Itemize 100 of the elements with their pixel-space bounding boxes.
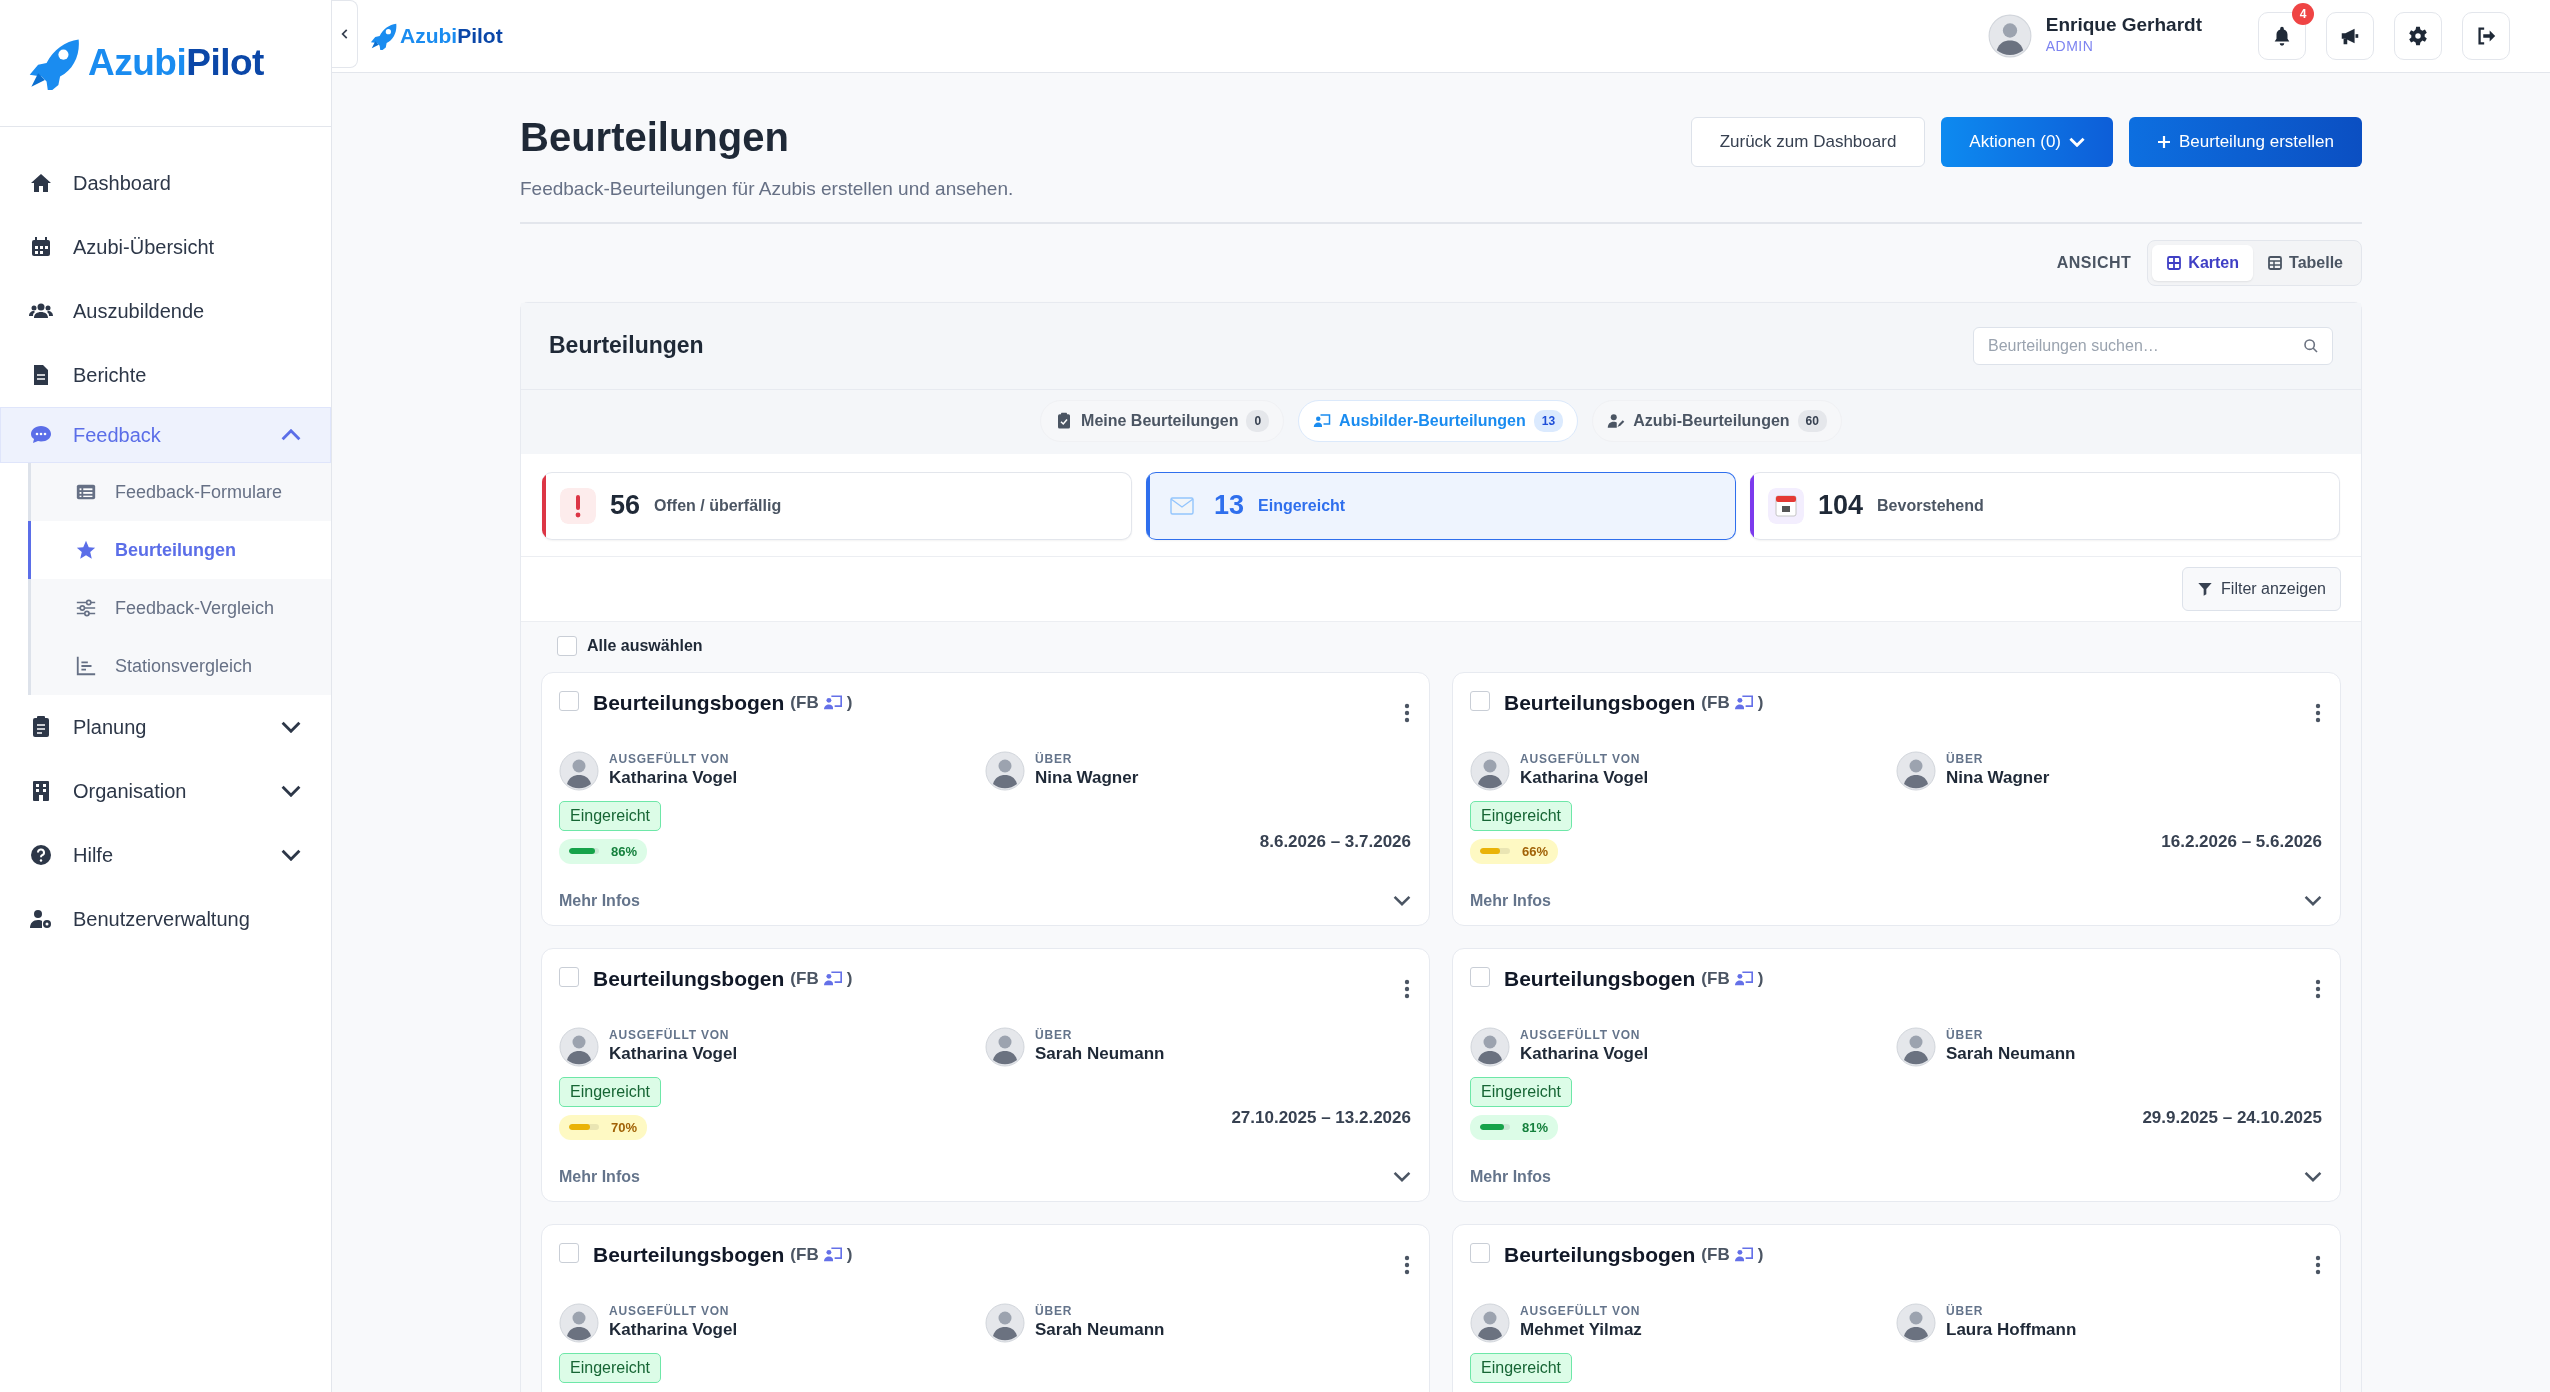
card-title: Beurteilungsbogen [1504, 689, 1696, 716]
date-range: 16.2.2026 – 5.6.2026 [2161, 830, 2322, 853]
chevron-down-icon [2304, 1171, 2322, 1182]
more-info-toggle[interactable]: Mehr Infos [1470, 1164, 2322, 1189]
actions-dropdown-button[interactable]: Aktionen (0) [1941, 117, 2113, 167]
person-name: Katharina Vogel [1520, 766, 1649, 789]
stat-card[interactable]: 104 Bevorstehend [1750, 471, 2340, 540]
sidebar-subitem[interactable]: Beurteilungen [28, 521, 331, 579]
more-info-toggle[interactable]: Mehr Infos [559, 1164, 1411, 1189]
settings-button[interactable] [2394, 12, 2442, 60]
tab[interactable]: Meine Beurteilungen 0 [1040, 399, 1285, 442]
field-label: ÜBER [1035, 1304, 1074, 1319]
logout-icon [2475, 25, 2497, 47]
checkbox[interactable] [1470, 966, 1490, 987]
form-code: (FB [790, 967, 819, 990]
sliders-icon [75, 597, 97, 619]
filter-button[interactable]: Filter anzeigen [2182, 566, 2341, 611]
form-code-end: ) [846, 967, 853, 990]
card-title: Beurteilungsbogen [593, 1241, 785, 1268]
field-label: AUSGEFÜLLT VON [1520, 752, 1642, 767]
field-label: AUSGEFÜLLT VON [609, 1028, 731, 1043]
search-field[interactable]: Beurteilungen suchen… [1973, 326, 2333, 365]
avatar [559, 750, 599, 791]
exclamation-icon [560, 487, 596, 524]
form-code-end: ) [1757, 1243, 1764, 1266]
more-info-label: Mehr Infos [1470, 1166, 1551, 1187]
view-option[interactable]: Karten [2152, 244, 2254, 281]
user-pen-icon [1607, 411, 1626, 430]
more-info-toggle[interactable]: Mehr Infos [559, 888, 1411, 913]
view-label: ANSICHT [2056, 252, 2132, 273]
sidebar-item[interactable]: Berichte [0, 343, 331, 407]
status-label: Eingereicht [1470, 1076, 1573, 1107]
announcements-button[interactable] [2326, 12, 2374, 60]
presentation-icon [822, 1245, 843, 1264]
more-info-toggle[interactable]: Mehr Infos [1470, 888, 2322, 913]
chevron-down-icon [2069, 137, 2085, 147]
notification-count: 4 [2292, 3, 2314, 25]
presentation-icon [822, 969, 843, 988]
view-option[interactable]: Tabelle [2253, 244, 2357, 281]
sidebar-item[interactable]: Hilfe [0, 823, 331, 887]
tab[interactable]: Ausbilder-Beurteilungen 13 [1298, 399, 1579, 442]
progress-percent: 86% [611, 842, 638, 861]
user-name: Enrique Gerhardt [2045, 15, 2202, 36]
avatar [1896, 750, 1936, 791]
card-title: Beurteilungsbogen [593, 689, 785, 716]
field-label: ÜBER [1946, 1304, 1985, 1319]
sidebar-item[interactable]: Feedback [0, 407, 331, 463]
chevron-down-icon [1393, 1171, 1411, 1182]
progress-percent: 70% [611, 1118, 638, 1137]
table-icon [2267, 254, 2284, 271]
form-code-end: ) [846, 1243, 853, 1266]
card-title: Beurteilungsbogen [1504, 965, 1696, 992]
sidebar-subitem[interactable]: Stationsvergleich [28, 637, 331, 695]
avatar [1470, 1026, 1510, 1067]
checkbox[interactable] [1470, 1242, 1490, 1263]
user-role: ADMIN [2045, 36, 2095, 56]
back-button[interactable]: Zurück zum Dashboard [1690, 117, 1926, 167]
avatar [1470, 750, 1510, 791]
logo-text: AzubiPilot [88, 41, 264, 86]
avatar [985, 1026, 1025, 1067]
presentation-icon [1733, 1245, 1754, 1264]
checkbox[interactable] [559, 966, 579, 987]
grid-icon [2166, 254, 2183, 271]
logout-button[interactable] [2462, 12, 2510, 60]
status-label: Eingereicht [1470, 1352, 1573, 1383]
sidebar-item[interactable]: Auszubildende [0, 279, 331, 343]
presentation-icon [1313, 411, 1332, 430]
sidebar-item[interactable]: Dashboard [0, 151, 331, 215]
date-range: 8.6.2026 – 3.7.2026 [1259, 830, 1411, 853]
avatar [985, 1302, 1025, 1343]
person-name: Sarah Neumann [1035, 1318, 1165, 1341]
sidebar-item[interactable]: Organisation [0, 759, 331, 823]
sidebar-subitem[interactable]: Feedback-Vergleich [28, 579, 331, 637]
sidebar-item[interactable]: Benutzerverwaltung [0, 887, 331, 951]
checkbox[interactable] [557, 635, 577, 656]
person-name: Sarah Neumann [1946, 1042, 2076, 1065]
tab[interactable]: Azubi-Beurteilungen 60 [1592, 399, 1842, 442]
form-code-end: ) [846, 691, 853, 714]
sidebar-item[interactable]: Azubi-Übersicht [0, 215, 331, 279]
checkbox[interactable] [559, 1242, 579, 1263]
logo-text: AzubiPilot [400, 23, 503, 50]
create-button[interactable]: Beurteilung erstellen [2129, 117, 2362, 167]
sidebar-item[interactable]: Planung [0, 695, 331, 759]
field-label: ÜBER [1035, 752, 1074, 767]
checkbox[interactable] [1470, 690, 1490, 711]
stat-card[interactable]: 56 Offen / überfällig [542, 471, 1132, 540]
form-code: (FB [790, 1243, 819, 1266]
field-label: ÜBER [1946, 752, 1985, 767]
stat-value: 104 [1818, 489, 1864, 523]
page-title: Beurteilungen [520, 114, 790, 161]
plus-icon [2157, 135, 2171, 149]
card-title: Beurteilungsbogen [593, 965, 785, 992]
more-info-label: Mehr Infos [559, 890, 640, 911]
field-label: AUSGEFÜLLT VON [609, 1304, 731, 1319]
field-label: ÜBER [1035, 1028, 1074, 1043]
stat-card[interactable]: 13 Eingereicht [1146, 471, 1736, 540]
sidebar-subitem[interactable]: Feedback-Formulare [28, 463, 331, 521]
checkbox[interactable] [559, 690, 579, 711]
select-all-label: Alle auswählen [587, 635, 703, 656]
presentation-icon [1733, 693, 1754, 712]
